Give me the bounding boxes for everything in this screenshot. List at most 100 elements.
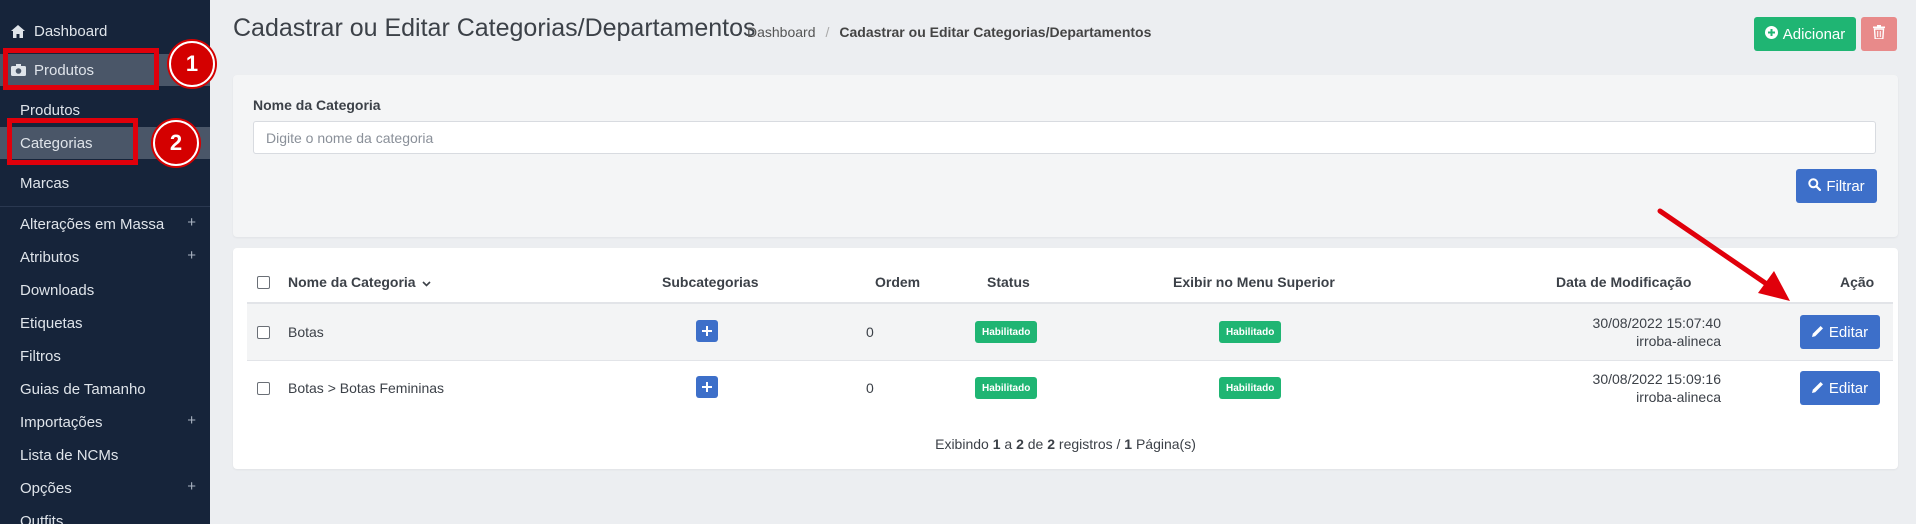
sidebar-item-label: Guias de Tamanho	[20, 380, 146, 398]
search-icon	[1808, 177, 1822, 195]
pager-text: a	[1004, 436, 1013, 452]
order-value: 0	[866, 380, 874, 396]
chevron-down-icon	[422, 281, 432, 287]
pager-text: registros /	[1058, 436, 1121, 452]
breadcrumb-current: Cadastrar ou Editar Categorias/Departame…	[839, 24, 1152, 40]
expand-plus-icon[interactable]: +	[187, 247, 196, 264]
home-icon	[10, 24, 26, 38]
add-subcategory-button[interactable]	[696, 320, 718, 342]
category-name: Botas	[288, 324, 324, 340]
edit-button-label: Editar	[1828, 323, 1869, 341]
order-value: 0	[866, 324, 874, 340]
sidebar-item-importacoes[interactable]: Importações +	[0, 406, 210, 438]
pager-to: 2	[1016, 436, 1024, 452]
column-header-status: Status	[987, 274, 1030, 290]
sidebar-item-dashboard[interactable]: Dashboard	[0, 15, 210, 47]
sidebar-item-marcas[interactable]: Marcas	[0, 167, 210, 199]
annotation-arrow	[1657, 208, 1790, 301]
add-button[interactable]: Adicionar	[1754, 17, 1856, 51]
column-header-menu: Exibir no Menu Superior	[1173, 274, 1335, 290]
menu-status-badge: Habilitado	[1219, 377, 1282, 399]
annotation-box-2	[7, 118, 138, 165]
status-badge: Habilitado	[975, 377, 1038, 399]
plus-icon	[702, 382, 712, 392]
sidebar-item-label: Lista de NCMs	[20, 446, 119, 464]
sidebar-item-label: Filtros	[20, 347, 61, 365]
sidebar-item-opcoes[interactable]: Opções +	[0, 472, 210, 504]
sidebar-item-label: Etiquetas	[20, 314, 83, 332]
edit-button[interactable]: Editar	[1800, 315, 1880, 349]
pencil-icon	[1811, 380, 1824, 397]
pager-pages: 1	[1124, 436, 1133, 452]
expand-plus-icon[interactable]: +	[187, 478, 196, 495]
modification-info: 30/08/2022 15:09:16 irroba-alineca	[1593, 370, 1721, 406]
select-all-checkbox[interactable]	[257, 276, 270, 289]
expand-plus-icon[interactable]: +	[187, 214, 196, 231]
sidebar-item-outfits[interactable]: Outfits	[0, 505, 210, 524]
page-title: Cadastrar ou Editar Categorias/Departame…	[233, 14, 756, 42]
add-subcategory-button[interactable]	[696, 376, 718, 398]
expand-plus-icon[interactable]: +	[187, 412, 196, 429]
column-header-label: Nome da Categoria	[288, 274, 416, 290]
category-name-input[interactable]	[253, 121, 1876, 154]
sidebar-item-etiquetas[interactable]: Etiquetas	[0, 307, 210, 339]
annotation-marker-2: 2	[153, 120, 199, 166]
plus-circle-icon	[1764, 25, 1778, 43]
plus-icon	[702, 326, 712, 336]
breadcrumb: Dashboard / Cadastrar ou Editar Categori…	[747, 24, 1151, 40]
column-header-ordem: Ordem	[875, 274, 921, 290]
pencil-icon	[1811, 324, 1824, 341]
annotation-marker-1: 1	[169, 41, 215, 87]
sidebar-divider	[0, 206, 210, 207]
sidebar-item-filtros[interactable]: Filtros	[0, 340, 210, 372]
row-checkbox[interactable]	[257, 326, 270, 339]
add-button-label: Adicionar	[1782, 25, 1846, 43]
pager-from: 1	[992, 436, 1001, 452]
column-header-subcategorias: Subcategorias	[662, 274, 759, 290]
annotation-box-1	[3, 48, 159, 90]
edit-button[interactable]: Editar	[1800, 371, 1880, 405]
filter-button-label: Filtrar	[1826, 177, 1865, 195]
trash-icon	[1873, 25, 1885, 43]
breadcrumb-link-dashboard[interactable]: Dashboard	[747, 24, 816, 40]
pager-text: Página(s)	[1135, 436, 1196, 452]
column-header-action: Ação	[1840, 274, 1875, 290]
pager-text: Exibindo	[935, 436, 989, 452]
sidebar-item-atributos[interactable]: Atributos +	[0, 241, 210, 273]
sidebar-item-ncms[interactable]: Lista de NCMs	[0, 439, 210, 471]
sidebar-item-alteracoes[interactable]: Alterações em Massa +	[0, 208, 210, 240]
breadcrumb-separator: /	[825, 24, 830, 40]
filter-button[interactable]: Filtrar	[1796, 169, 1877, 203]
sidebar-item-label: Produtos	[20, 101, 81, 119]
delete-button[interactable]	[1861, 17, 1897, 51]
pagination-info: Exibindo 1 a 2 de 2 registros / 1 Página…	[233, 436, 1898, 452]
status-badge: Habilitado	[975, 321, 1038, 343]
filter-panel: Nome da Categoria Filtrar	[233, 75, 1898, 237]
pager-text: de	[1027, 436, 1044, 452]
sidebar-item-label: Alterações em Massa	[20, 215, 165, 233]
sidebar-item-label: Atributos	[20, 248, 80, 266]
sidebar-item-label: Importações	[20, 413, 103, 431]
modification-info: 30/08/2022 15:07:40 irroba-alineca	[1593, 314, 1721, 350]
sidebar-item-guias[interactable]: Guias de Tamanho	[0, 373, 210, 405]
sidebar-item-label: Marcas	[20, 174, 70, 192]
sidebar-item-label: Outfits	[20, 512, 64, 524]
sidebar-item-downloads[interactable]: Downloads	[0, 274, 210, 306]
sidebar-item-label: Dashboard	[34, 22, 108, 40]
sidebar-item-label: Downloads	[20, 281, 95, 299]
column-header-name[interactable]: Nome da Categoria	[288, 274, 432, 290]
pager-total: 2	[1047, 436, 1056, 452]
category-name: Botas > Botas Femininas	[288, 380, 445, 396]
category-name-label: Nome da Categoria	[253, 97, 381, 113]
modification-user: irroba-alineca	[1636, 333, 1721, 349]
modification-date: 30/08/2022 15:07:40	[1592, 315, 1721, 331]
categories-table: Nome da Categoria Subcategorias Ordem St…	[233, 248, 1898, 469]
row-checkbox[interactable]	[257, 382, 270, 395]
table-row: Botas > Botas Femininas 0 Habilitado Hab…	[247, 361, 1893, 417]
menu-status-badge: Habilitado	[1219, 321, 1282, 343]
sidebar-item-label: Opções	[20, 479, 72, 497]
table-row: Botas 0 Habilitado Habilitado 30/08/2022…	[247, 304, 1893, 360]
modification-date: 30/08/2022 15:09:16	[1592, 371, 1721, 387]
edit-button-label: Editar	[1828, 379, 1869, 397]
modification-user: irroba-alineca	[1636, 389, 1721, 405]
